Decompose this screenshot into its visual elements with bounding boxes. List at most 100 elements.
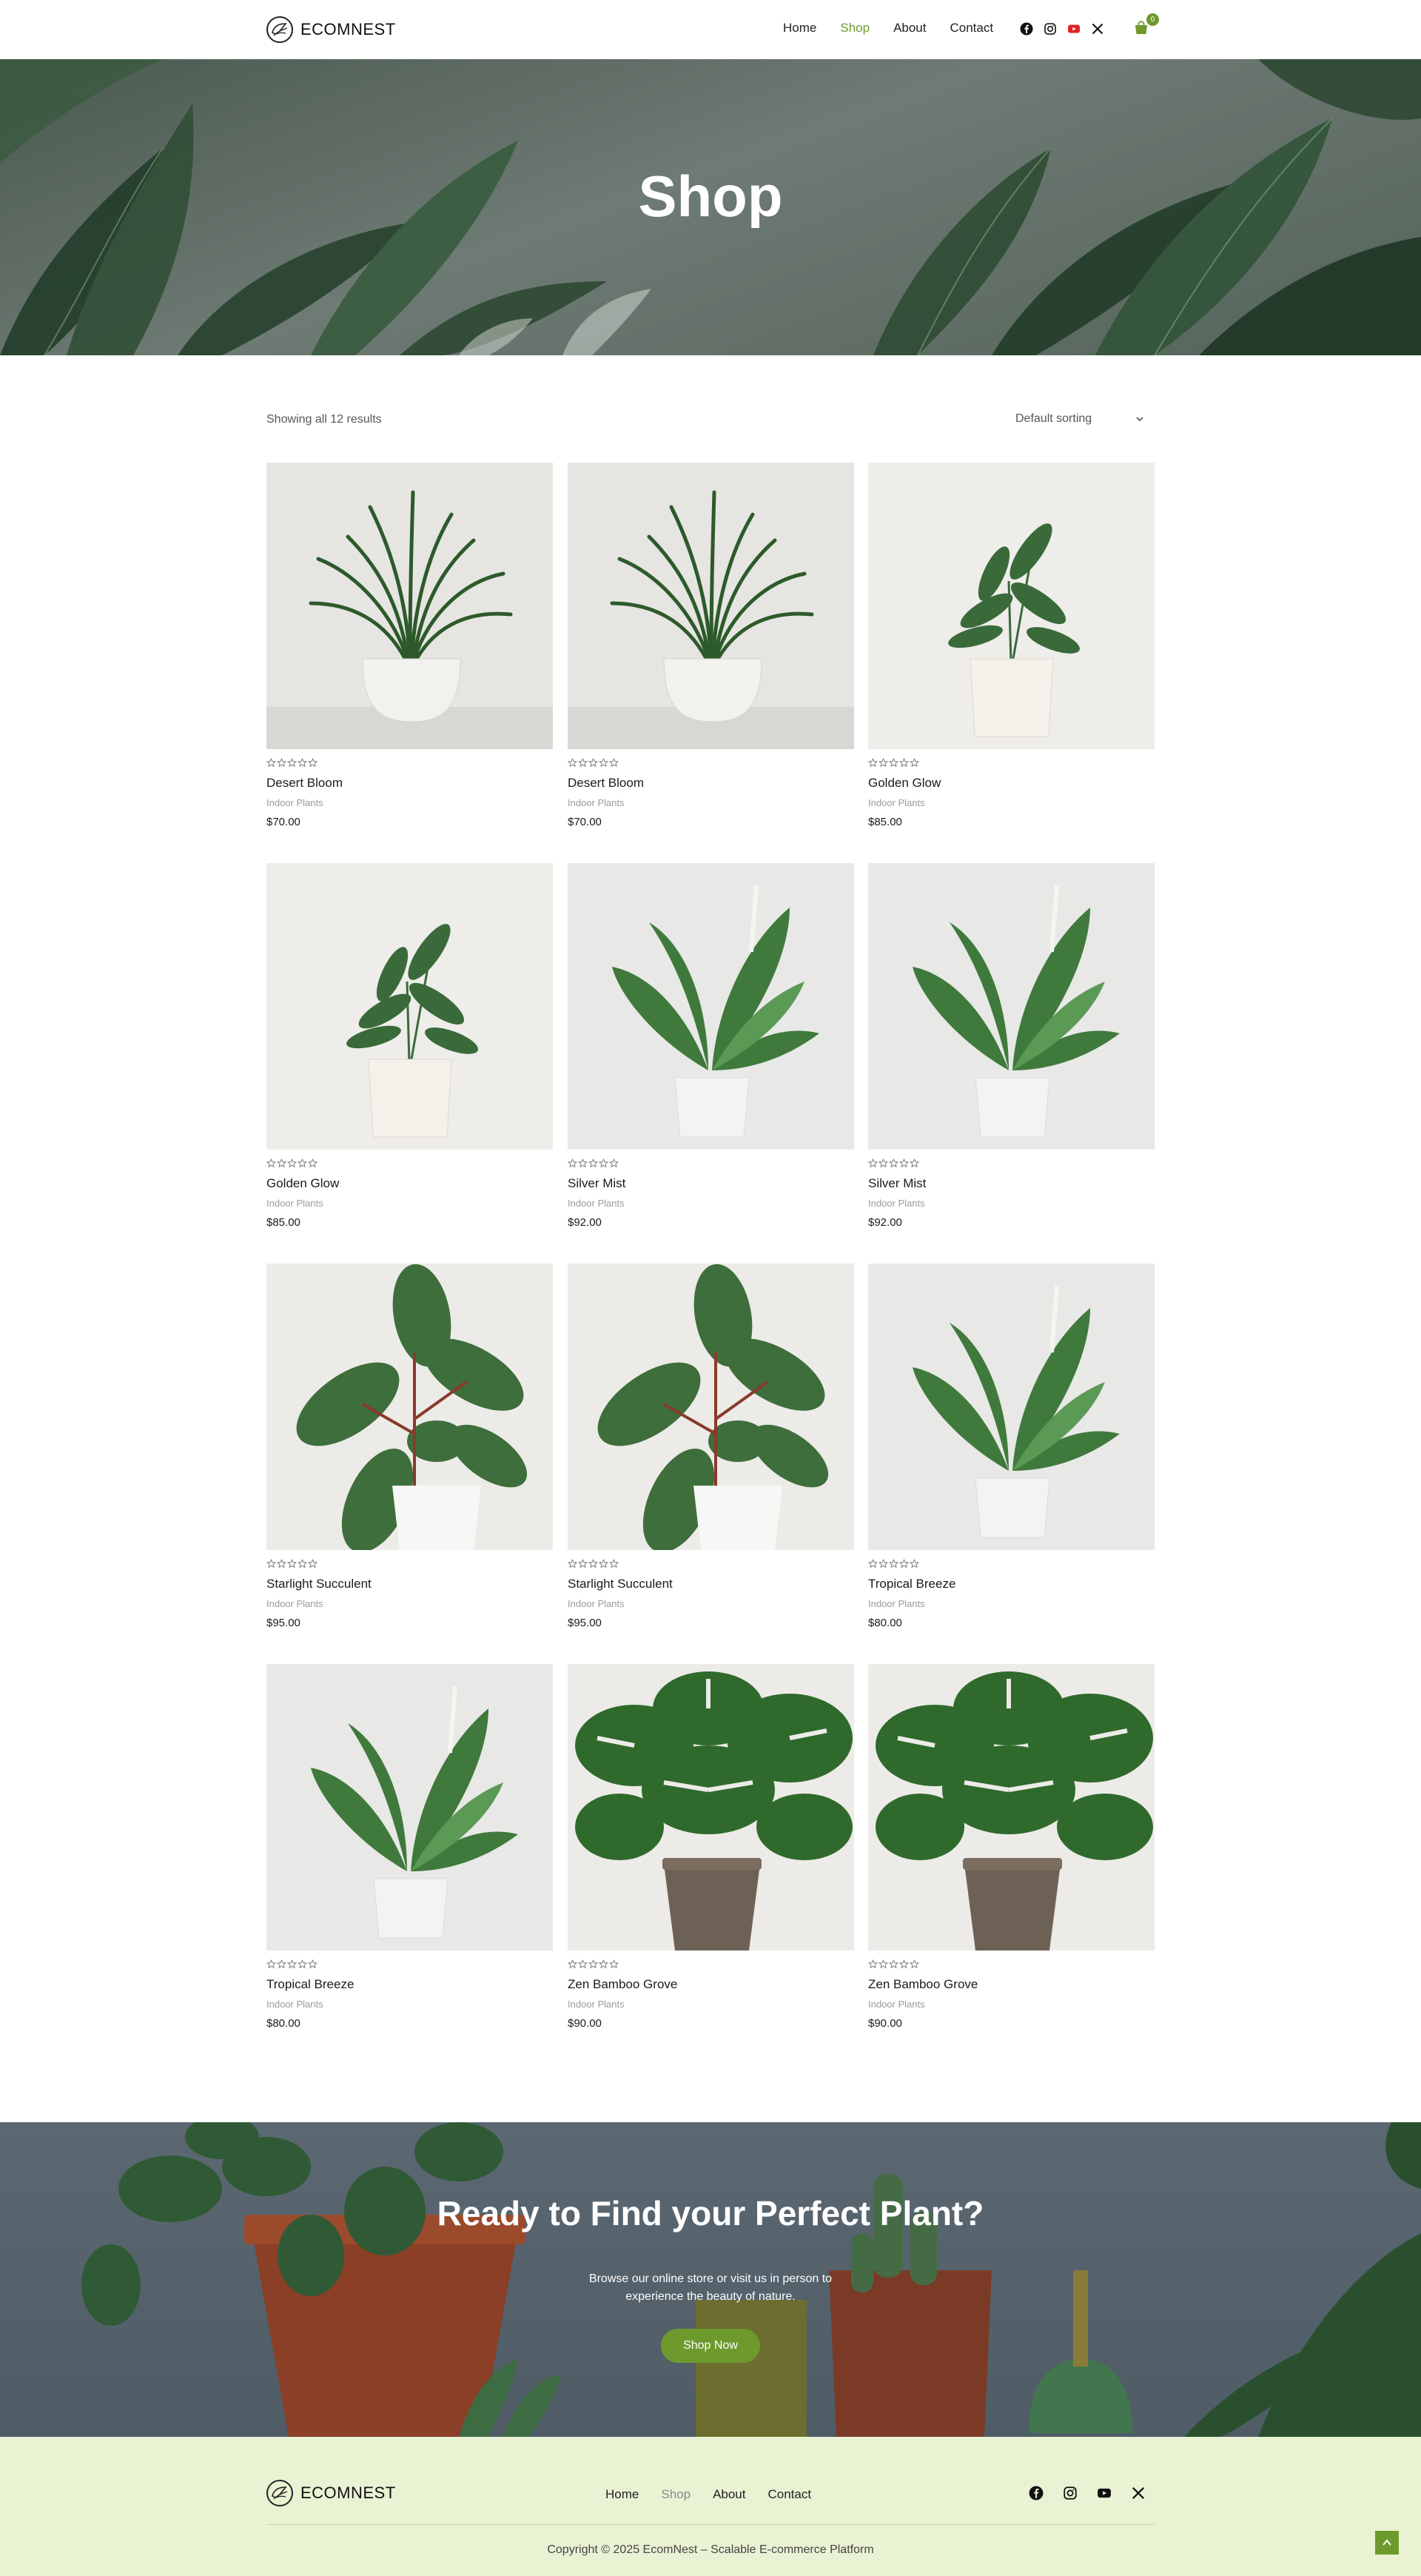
star-icon — [277, 1158, 286, 1168]
product-name[interactable]: Starlight Succulent — [568, 1577, 854, 1591]
star-icon — [879, 1158, 888, 1168]
product-name[interactable]: Silver Mist — [868, 1176, 1155, 1191]
product-category[interactable]: Indoor Plants — [868, 1198, 1155, 1209]
star-icon — [868, 1959, 878, 1969]
youtube-icon[interactable] — [1067, 22, 1081, 36]
nav-home[interactable]: Home — [783, 21, 816, 36]
product-category[interactable]: Indoor Plants — [266, 1198, 553, 1209]
star-icon — [308, 1959, 318, 1969]
footer-nav-about[interactable]: About — [713, 2487, 745, 2502]
product-price: $80.00 — [266, 2017, 300, 2030]
footer-brand-logo[interactable]: ECOMNEST — [266, 2480, 396, 2506]
star-icon — [889, 1959, 898, 1969]
product-image[interactable] — [868, 1264, 1155, 1550]
star-icon — [287, 1158, 297, 1168]
product-category[interactable]: Indoor Plants — [568, 797, 854, 808]
product-image[interactable] — [568, 1664, 854, 1951]
product-name[interactable]: Silver Mist — [568, 1176, 854, 1191]
product-name[interactable]: Desert Bloom — [266, 776, 553, 791]
product-category[interactable]: Indoor Plants — [868, 797, 1155, 808]
product-image[interactable] — [868, 863, 1155, 1150]
product-card[interactable]: Desert Bloom Indoor Plants $70.00 — [266, 463, 553, 828]
star-icon — [266, 1959, 276, 1969]
product-image[interactable] — [568, 1264, 854, 1550]
star-rating — [868, 1559, 1155, 1569]
star-icon — [879, 1959, 888, 1969]
x-icon[interactable] — [1091, 22, 1104, 36]
product-price: $85.00 — [868, 816, 902, 828]
nav-contact[interactable]: Contact — [950, 21, 994, 36]
product-name[interactable]: Desert Bloom — [568, 776, 854, 791]
product-name[interactable]: Starlight Succulent — [266, 1577, 553, 1591]
product-category[interactable]: Indoor Plants — [868, 1598, 1155, 1609]
footer-nav-home[interactable]: Home — [605, 2487, 639, 2502]
product-card[interactable]: Desert Bloom Indoor Plants $70.00 — [568, 463, 854, 828]
star-icon — [609, 1158, 619, 1168]
product-card[interactable]: Starlight Succulent Indoor Plants $95.00 — [266, 1264, 553, 1629]
cart-count-badge: 0 — [1146, 13, 1159, 26]
product-category[interactable]: Indoor Plants — [266, 797, 553, 808]
chevron-up-icon — [1383, 2539, 1391, 2546]
product-card[interactable]: Golden Glow Indoor Plants $85.00 — [266, 863, 553, 1229]
product-category[interactable]: Indoor Plants — [568, 1598, 854, 1609]
star-icon — [287, 1559, 297, 1569]
copyright-text: Copyright © 2025 EcomNest – Scalable E-c… — [547, 2543, 874, 2556]
product-name[interactable]: Zen Bamboo Grove — [868, 1977, 1155, 1992]
product-card[interactable]: Silver Mist Indoor Plants $92.00 — [868, 863, 1155, 1229]
product-image[interactable] — [266, 863, 553, 1150]
shop-now-button[interactable]: Shop Now — [661, 2329, 760, 2363]
scroll-to-top-button[interactable] — [1375, 2531, 1399, 2555]
star-icon — [879, 1559, 888, 1569]
product-name[interactable]: Zen Bamboo Grove — [568, 1977, 854, 1992]
star-icon — [588, 1959, 598, 1969]
sort-select[interactable]: Default sorting — [1007, 406, 1155, 432]
product-name[interactable]: Golden Glow — [868, 776, 1155, 791]
product-price: $85.00 — [266, 1216, 300, 1229]
product-image[interactable] — [266, 1664, 553, 1951]
star-icon — [889, 1559, 898, 1569]
facebook-icon[interactable] — [1029, 2486, 1044, 2500]
product-name[interactable]: Golden Glow — [266, 1176, 553, 1191]
product-category[interactable]: Indoor Plants — [568, 1198, 854, 1209]
star-icon — [609, 1559, 619, 1569]
product-card[interactable]: Golden Glow Indoor Plants $85.00 — [868, 463, 1155, 828]
footer-nav-shop[interactable]: Shop — [661, 2487, 691, 2502]
star-icon — [277, 1559, 286, 1569]
product-card[interactable]: Tropical Breeze Indoor Plants $80.00 — [266, 1664, 553, 2030]
star-icon — [578, 1158, 588, 1168]
x-icon[interactable] — [1131, 2486, 1146, 2500]
youtube-icon[interactable] — [1097, 2486, 1112, 2500]
facebook-icon[interactable] — [1020, 22, 1033, 36]
product-image[interactable] — [868, 463, 1155, 749]
product-card[interactable]: Zen Bamboo Grove Indoor Plants $90.00 — [868, 1664, 1155, 2030]
nav-about[interactable]: About — [893, 21, 926, 36]
product-category[interactable]: Indoor Plants — [568, 1999, 854, 2010]
main-nav: Home Shop About Contact — [783, 21, 1017, 36]
product-category[interactable]: Indoor Plants — [266, 1598, 553, 1609]
product-name[interactable]: Tropical Breeze — [868, 1577, 1155, 1591]
brand-name: ECOMNEST — [300, 20, 396, 38]
footer-nav-contact[interactable]: Contact — [768, 2487, 812, 2502]
product-card[interactable]: Tropical Breeze Indoor Plants $80.00 — [868, 1264, 1155, 1629]
product-image[interactable] — [266, 463, 553, 749]
product-category[interactable]: Indoor Plants — [868, 1999, 1155, 2010]
star-icon — [588, 1559, 598, 1569]
star-rating — [868, 1158, 1155, 1169]
cta-title: Ready to Find your Perfect Plant? — [437, 2194, 984, 2233]
product-image[interactable] — [568, 863, 854, 1150]
star-icon — [910, 1959, 919, 1969]
product-image[interactable] — [266, 1264, 553, 1550]
nav-shop[interactable]: Shop — [840, 21, 870, 36]
product-image[interactable] — [568, 463, 854, 749]
product-image[interactable] — [868, 1664, 1155, 1951]
star-icon — [910, 1559, 919, 1569]
product-card[interactable]: Zen Bamboo Grove Indoor Plants $90.00 — [568, 1664, 854, 2030]
star-icon — [599, 758, 608, 768]
product-card[interactable]: Starlight Succulent Indoor Plants $95.00 — [568, 1264, 854, 1629]
product-name[interactable]: Tropical Breeze — [266, 1977, 553, 1992]
product-card[interactable]: Silver Mist Indoor Plants $92.00 — [568, 863, 854, 1229]
product-category[interactable]: Indoor Plants — [266, 1999, 553, 2010]
instagram-icon[interactable] — [1044, 22, 1057, 36]
brand-logo[interactable]: ECOMNEST — [266, 15, 396, 44]
instagram-icon[interactable] — [1063, 2486, 1078, 2500]
